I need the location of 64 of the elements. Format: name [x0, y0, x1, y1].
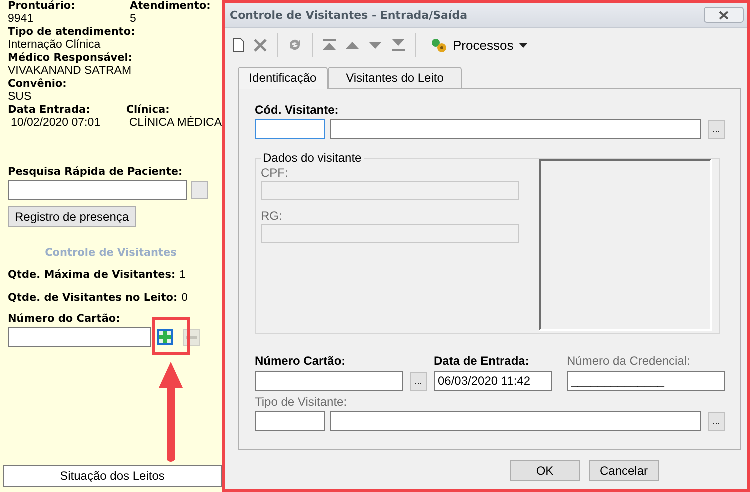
- field-value: VIVAKANAND SATRAM: [8, 65, 132, 78]
- field-label: Médico Responsável:: [8, 52, 133, 65]
- delete-icon[interactable]: [254, 38, 267, 52]
- field-label: CPF:: [261, 166, 288, 180]
- field-value: 5: [130, 13, 136, 26]
- highlight-frame: [152, 317, 190, 355]
- next-record-icon[interactable]: [369, 42, 382, 48]
- field-label: Prontuário:: [8, 0, 76, 13]
- field-label: Pesquisa Rápida de Paciente:: [8, 166, 183, 179]
- field-label: Número da Credencial:: [567, 354, 690, 368]
- field-value: CLÍNICA MÉDICA: [129, 117, 222, 130]
- section-title: Controle de Visitantes: [45, 247, 177, 259]
- last-record-icon[interactable]: [392, 39, 405, 51]
- field-label: Qtde. Máxima de Visitantes:: [8, 269, 176, 282]
- register-button[interactable]: Registro de presença: [8, 206, 136, 227]
- lookup-button[interactable]: ...: [708, 120, 725, 138]
- field-value: SUS: [8, 91, 32, 104]
- input-field[interactable]: ______________: [567, 371, 725, 391]
- field-label: Número do Cartão:: [8, 313, 120, 326]
- field-label: Data Entrada:: [8, 104, 90, 117]
- close-button[interactable]: [704, 7, 744, 23]
- plus-icon: [159, 331, 171, 343]
- window-title: Controle de Visitantes - Entrada/Saída: [230, 8, 468, 22]
- close-icon: [719, 10, 729, 20]
- caret-icon: [518, 42, 528, 48]
- add-button[interactable]: [157, 329, 173, 345]
- refresh-icon[interactable]: [288, 38, 302, 52]
- field-label: Cód. Visitante:: [255, 103, 339, 117]
- new-document-icon[interactable]: [233, 38, 244, 52]
- field-label: Número Cartão:: [255, 354, 346, 368]
- field-label: Convênio:: [8, 78, 67, 91]
- processes-menu[interactable]: Processos: [426, 37, 532, 53]
- field-value: 10/02/2020 07:01: [11, 117, 101, 130]
- field-value: Internação Clínica: [8, 39, 101, 52]
- date-field[interactable]: 06/03/2020 11:42: [434, 371, 552, 391]
- dialog-button[interactable]: Cancelar: [589, 460, 659, 481]
- field-value: 9941: [8, 13, 34, 26]
- minus-icon: [186, 336, 197, 338]
- field-label: Tipo de atendimento:: [8, 26, 136, 39]
- dialog-button[interactable]: OK: [510, 460, 580, 481]
- field-label: Clínica:: [126, 104, 170, 116]
- lookup-button[interactable]: ...: [708, 412, 725, 430]
- gears-icon: [430, 37, 448, 53]
- field-label: Data de Entrada:: [434, 354, 530, 368]
- input-field[interactable]: [255, 119, 325, 139]
- bed-status-button[interactable]: Situação dos Leitos: [3, 465, 222, 487]
- field-label: Atendimento:: [130, 0, 211, 13]
- card-number-field[interactable]: [8, 327, 151, 347]
- input-field[interactable]: [255, 411, 325, 431]
- field-label: RG:: [261, 209, 282, 223]
- lookup-button[interactable]: ...: [410, 372, 427, 390]
- field-label: Qtde. de Visitantes no Leito:: [8, 292, 178, 305]
- input-field[interactable]: [255, 371, 403, 391]
- input-field[interactable]: [330, 119, 701, 139]
- field-value: 0: [182, 292, 188, 305]
- first-record-icon[interactable]: [323, 39, 336, 51]
- tab[interactable]: Visitantes do Leito: [328, 67, 462, 88]
- field-value: 1: [180, 269, 186, 282]
- search-field[interactable]: [8, 180, 187, 200]
- input-field[interactable]: [330, 411, 701, 431]
- field-label: Tipo de Visitante:: [255, 395, 348, 409]
- previous-record-icon[interactable]: [346, 42, 359, 48]
- group-title: Dados do visitante: [262, 151, 363, 165]
- tab[interactable]: Identificação: [238, 67, 328, 89]
